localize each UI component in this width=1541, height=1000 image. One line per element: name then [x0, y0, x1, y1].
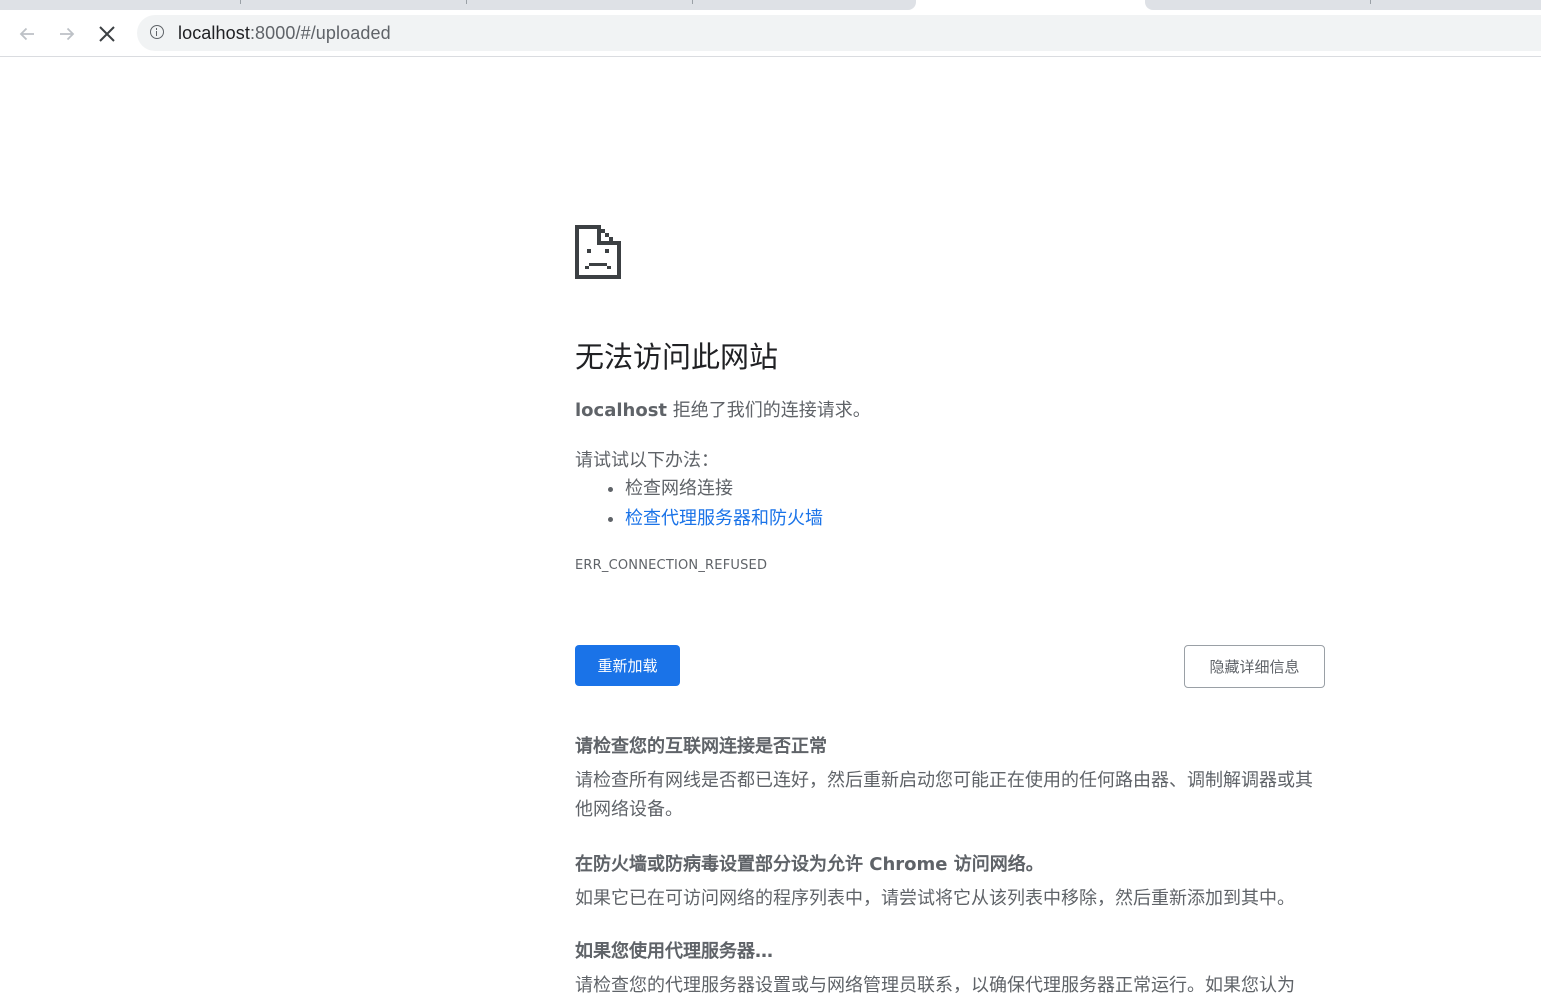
- back-arrow-icon: [19, 27, 34, 41]
- forward-arrow-icon: [60, 27, 75, 41]
- detail-text: 如果它已在可访问网络的程序列表中，请尝试将它从该列表中移除，然后重新添加到其中。: [575, 888, 1295, 909]
- forward-button[interactable]: [53, 20, 81, 48]
- error-code: ERR_CONNECTION_REFUSED: [575, 558, 768, 573]
- detail-title: 如果您使用代理服务器…: [575, 941, 773, 962]
- reload-button[interactable]: 重新加载: [575, 645, 680, 686]
- address-bar[interactable]: localhost:8000/#/uploaded: [137, 15, 1541, 51]
- suggestion-check-network: 检查网络连接: [625, 474, 823, 504]
- sad-document-icon: [575, 225, 621, 279]
- hide-details-button[interactable]: 隐藏详细信息: [1184, 645, 1325, 688]
- url-path: :8000/#/uploaded: [249, 23, 391, 43]
- detail-section-connection: 请检查您的互联网连接是否正常 请检查所有网线是否都已连好，然后重新启动您可能正在…: [575, 734, 1325, 824]
- suggestion-check-proxy-firewall[interactable]: 检查代理服务器和防火墙: [625, 504, 823, 534]
- tab-separator: [466, 0, 467, 4]
- inactive-tabs-left[interactable]: [0, 0, 916, 10]
- detail-text: 请检查所有网线是否都已连好，然后重新启动您可能正在使用的任何路由器、调制解调器或…: [575, 770, 1313, 820]
- site-info-icon[interactable]: [150, 25, 164, 39]
- suggestions-list: 检查网络连接 检查代理服务器和防火墙: [575, 474, 823, 534]
- suggestions-title: 请试试以下办法：: [575, 450, 719, 471]
- stop-loading-button[interactable]: [93, 20, 121, 48]
- tab-strip: [0, 0, 1541, 12]
- inactive-tabs-right[interactable]: [1145, 0, 1541, 10]
- error-summary: localhost 拒绝了我们的连接请求。: [575, 396, 871, 422]
- url-host: localhost: [178, 23, 250, 43]
- back-button[interactable]: [13, 20, 41, 48]
- detail-title: 请检查您的互联网连接是否正常: [575, 736, 827, 757]
- summary-host: localhost: [575, 400, 668, 421]
- browser-toolbar: localhost:8000/#/uploaded: [0, 12, 1541, 57]
- detail-section-firewall: 在防火墙或防病毒设置部分设为允许 Chrome 访问网络。 如果它已在可访问网络…: [575, 852, 1325, 913]
- detail-text: 请检查您的代理服务器设置或与网络管理员联系，以确保代理服务器正常运行。如果您认为: [575, 975, 1295, 996]
- tab-separator: [240, 0, 241, 4]
- summary-text: 拒绝了我们的连接请求。: [667, 400, 871, 421]
- detail-title: 在防火墙或防病毒设置部分设为允许 Chrome 访问网络。: [575, 854, 1044, 875]
- tab-separator: [1370, 0, 1371, 4]
- detail-section-proxy: 如果您使用代理服务器… 请检查您的代理服务器设置或与网络管理员联系，以确保代理服…: [575, 939, 1325, 1000]
- close-x-icon: [99, 26, 115, 42]
- tab-separator: [692, 0, 693, 4]
- error-heading: 无法访问此网站: [575, 340, 779, 374]
- proxy-firewall-link[interactable]: 检查代理服务器和防火墙: [625, 508, 823, 529]
- url-text[interactable]: localhost:8000/#/uploaded: [178, 23, 391, 44]
